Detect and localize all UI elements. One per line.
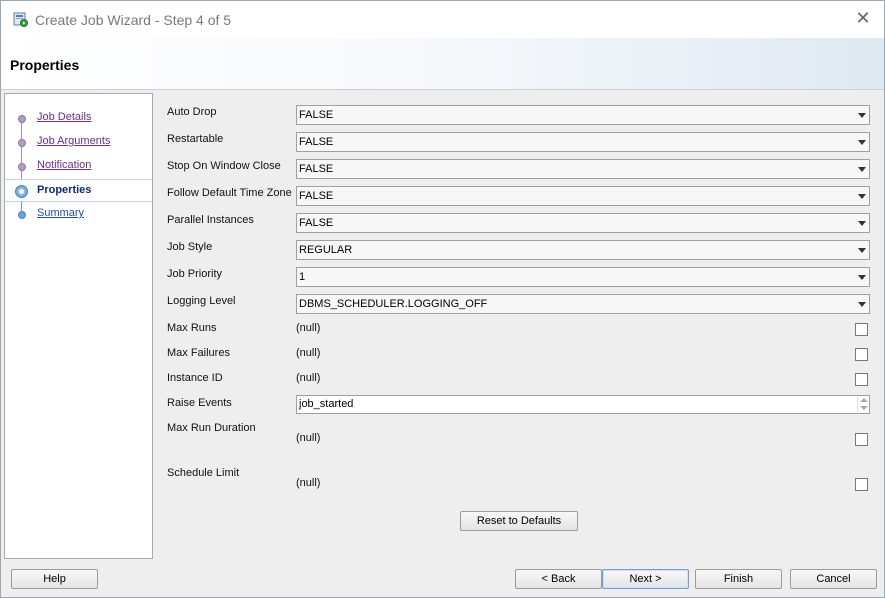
instance-id-value: (null): [296, 372, 321, 384]
raise-events-field[interactable]: job_started: [296, 395, 870, 414]
help-button[interactable]: Help: [11, 569, 98, 589]
max-run-duration-label: Max Run Duration: [167, 422, 256, 434]
step-job-details[interactable]: Job Details: [5, 107, 152, 130]
restartable-value: FALSE: [299, 136, 334, 148]
job-wizard-icon: [13, 12, 28, 27]
raise-events-value: job_started: [299, 398, 354, 410]
next-button[interactable]: Next >: [602, 569, 689, 589]
step-properties[interactable]: Properties: [5, 179, 152, 202]
chevron-down-icon: [858, 275, 866, 280]
job-priority-value: 1: [299, 271, 306, 283]
step-label: Properties: [37, 184, 92, 196]
wizard-window: Create Job Wizard - Step 4 of 5 ✕ Proper…: [0, 0, 885, 598]
schedule-limit-checkbox[interactable]: [855, 478, 868, 491]
wizard-steps-panel: Job Details Job Arguments Notification P…: [4, 93, 153, 559]
restartable-label: Restartable: [167, 133, 224, 145]
max-failures-value: (null): [296, 347, 321, 359]
step-label[interactable]: Notification: [37, 159, 91, 171]
raise-events-spinner[interactable]: [857, 396, 869, 413]
step-job-arguments[interactable]: Job Arguments: [5, 131, 152, 154]
chevron-down-icon: [858, 140, 866, 145]
step-future-icon: [18, 211, 26, 219]
chevron-up-icon: [860, 398, 868, 402]
chevron-down-icon: [858, 167, 866, 172]
job-priority-label: Job Priority: [167, 268, 223, 280]
schedule-limit-label: Schedule Limit: [167, 467, 240, 479]
step-label[interactable]: Job Details: [37, 111, 91, 123]
properties-form: Auto Drop FALSE Restartable FALSE Stop O…: [153, 93, 884, 559]
cancel-button[interactable]: Cancel: [790, 569, 877, 589]
step-done-icon: [18, 139, 26, 147]
max-failures-label: Max Failures: [167, 347, 230, 359]
stop-on-window-close-value: FALSE: [299, 163, 334, 175]
stop-on-window-close-label: Stop On Window Close: [167, 160, 281, 172]
max-run-duration-checkbox[interactable]: [855, 433, 868, 446]
page-title: Properties: [10, 57, 80, 73]
step-label[interactable]: Summary: [37, 207, 84, 219]
title-bar: Create Job Wizard - Step 4 of 5 ✕: [1, 1, 884, 38]
max-runs-value: (null): [296, 322, 321, 334]
chevron-down-icon: [858, 248, 866, 253]
step-summary[interactable]: Summary: [5, 203, 152, 226]
max-runs-checkbox[interactable]: [855, 323, 868, 336]
step-label[interactable]: Job Arguments: [37, 135, 110, 147]
page-header: Properties: [1, 38, 884, 90]
parallel-instances-label: Parallel Instances: [167, 214, 254, 226]
auto-drop-value: FALSE: [299, 109, 334, 121]
step-done-icon: [18, 115, 26, 123]
max-runs-label: Max Runs: [167, 322, 217, 334]
chevron-down-icon: [858, 221, 866, 226]
max-failures-checkbox[interactable]: [855, 348, 868, 361]
chevron-down-icon: [858, 302, 866, 307]
step-done-icon: [18, 163, 26, 171]
follow-default-time-zone-value: FALSE: [299, 190, 334, 202]
chevron-down-icon: [858, 194, 866, 199]
step-notification[interactable]: Notification: [5, 155, 152, 178]
close-icon[interactable]: ✕: [854, 9, 872, 27]
raise-events-label: Raise Events: [167, 397, 232, 409]
max-run-duration-value: (null): [296, 432, 321, 444]
back-button[interactable]: < Back: [515, 569, 602, 589]
parallel-instances-select[interactable]: FALSE: [296, 213, 870, 233]
auto-drop-label: Auto Drop: [167, 106, 217, 118]
reset-to-defaults-button[interactable]: Reset to Defaults: [460, 511, 578, 531]
instance-id-label: Instance ID: [167, 372, 223, 384]
follow-default-time-zone-select[interactable]: FALSE: [296, 186, 870, 206]
chevron-down-icon: [858, 113, 866, 118]
restartable-select[interactable]: FALSE: [296, 132, 870, 152]
auto-drop-select[interactable]: FALSE: [296, 105, 870, 125]
job-priority-select[interactable]: 1: [296, 267, 870, 287]
window-title: Create Job Wizard - Step 4 of 5: [35, 12, 232, 28]
logging-level-value: DBMS_SCHEDULER.LOGGING_OFF: [299, 298, 488, 310]
logging-level-label: Logging Level: [167, 295, 236, 307]
chevron-down-icon: [860, 406, 868, 410]
parallel-instances-value: FALSE: [299, 217, 334, 229]
follow-default-time-zone-label: Follow Default Time Zone: [167, 187, 292, 199]
finish-button[interactable]: Finish: [695, 569, 782, 589]
instance-id-checkbox[interactable]: [855, 373, 868, 386]
schedule-limit-value: (null): [296, 477, 321, 489]
logging-level-select[interactable]: DBMS_SCHEDULER.LOGGING_OFF: [296, 294, 870, 314]
job-style-select[interactable]: REGULAR: [296, 240, 870, 260]
stop-on-window-close-select[interactable]: FALSE: [296, 159, 870, 179]
job-style-value: REGULAR: [299, 244, 353, 256]
step-current-icon: [15, 185, 28, 198]
job-style-label: Job Style: [167, 241, 213, 253]
